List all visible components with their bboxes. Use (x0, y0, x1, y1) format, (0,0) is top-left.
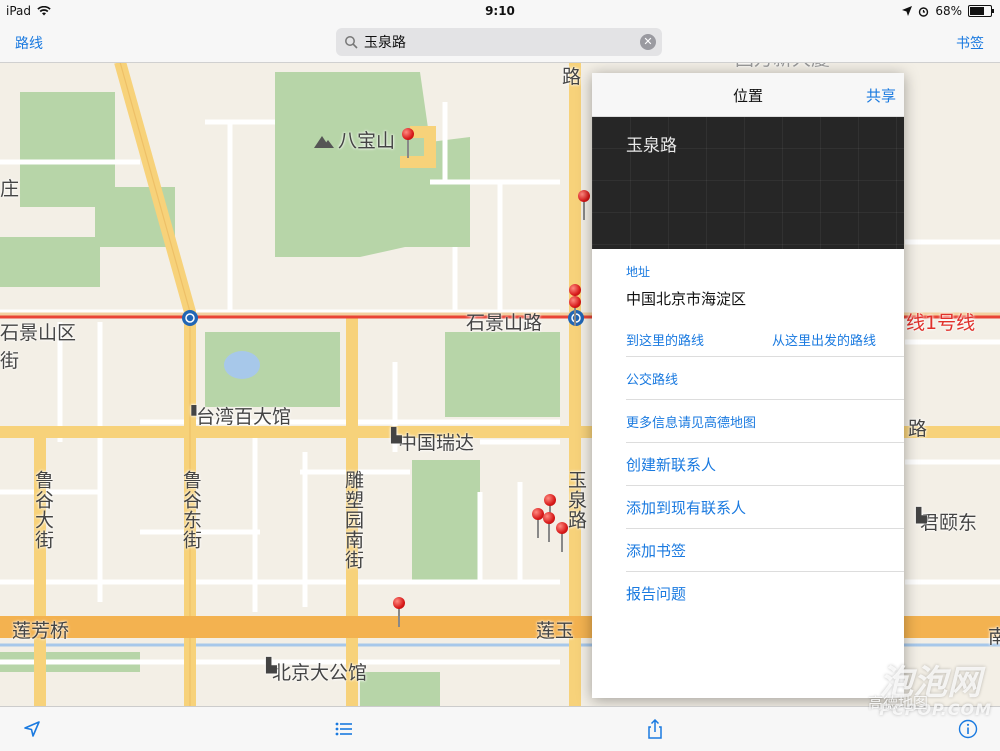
building-icon: ▙ (391, 428, 402, 444)
hotel-icon: ▙ (266, 658, 277, 674)
route-options: 到这里的路线 从这里出发的路线 (626, 309, 904, 357)
map-label-lu-top: 路 (562, 66, 582, 88)
map-pin[interactable] (556, 522, 568, 552)
map-pin[interactable] (578, 190, 590, 220)
shopping-bag-icon: ▮ (190, 402, 198, 418)
map-label-lugu-dongjie: 鲁谷东街 (180, 470, 202, 550)
map-label-top-building: 国万新大厦 (735, 62, 830, 71)
bottom-toolbar (0, 706, 1000, 751)
map-label-shijingshan-road: 石景山路 (466, 312, 543, 334)
battery-fill (970, 7, 984, 15)
bookmarks-button[interactable]: 书签 (956, 33, 984, 53)
more-info-amap-link[interactable]: 更多信息请见高德地图 (626, 400, 904, 443)
map-label-line1: 线1号线 (906, 312, 976, 334)
map-label-taiwan-baida: 台湾百大馆 (196, 406, 292, 428)
map-label-yuquan-road: 玉泉路 (565, 470, 587, 530)
share-icon[interactable] (645, 719, 665, 739)
map-label-zhongguo-ruida: 中国瑞达 (398, 432, 475, 454)
panel-header: 位置 共享 (592, 73, 904, 117)
map-label-beijing-dagongguan: 北京大公馆 (272, 662, 368, 684)
hotel-icon-right: ▙ (916, 508, 927, 524)
map-pin[interactable] (569, 296, 581, 326)
search-field[interactable]: 玉泉路 ✕ (336, 28, 662, 56)
panel-details: 地址 中国北京市海淀区 到这里的路线 从这里出发的路线 公交路线 更多信息请见高… (626, 249, 904, 614)
map-label-diaosuyuan-nanjie: 雕塑园南街 (342, 470, 364, 570)
report-problem-button[interactable]: 报告问题 (626, 572, 904, 614)
address-label: 地址 (626, 265, 651, 279)
search-icon (345, 36, 358, 49)
map-label-lu-right: 路 (908, 418, 928, 440)
battery-icon (968, 5, 994, 17)
nav-bar: 路线 玉泉路 ✕ 书签 (0, 22, 1000, 63)
info-icon[interactable] (958, 719, 978, 739)
share-button[interactable]: 共享 (866, 85, 896, 106)
map-label-lugu-dajie: 鲁谷大街 (32, 470, 54, 550)
alarm-clock-icon (919, 6, 929, 17)
status-bar: iPad 9:10 68% (0, 0, 1000, 22)
map-label-lianfang-bridge: 莲芳桥 (12, 620, 70, 642)
map-label-junyi: 君颐东 (920, 512, 978, 534)
map-label-babaoshan: 八宝山 (338, 130, 396, 152)
location-services-icon (902, 6, 913, 16)
directions-to-here-link[interactable]: 到这里的路线 (626, 330, 704, 356)
list-icon[interactable] (334, 719, 354, 739)
amap-logo: 高德地图 (868, 694, 929, 712)
add-to-existing-contact-button[interactable]: 添加到现有联系人 (626, 486, 904, 529)
location-info-panel: 位置 共享 玉泉路 地址 中国北京市海淀区 到这里的路线 从这里出发的路线 公交… (592, 73, 904, 698)
create-contact-button[interactable]: 创建新联系人 (626, 443, 904, 486)
clear-search-icon[interactable]: ✕ (640, 34, 656, 50)
directions-from-here-link[interactable]: 从这里出发的路线 (772, 330, 876, 356)
add-bookmark-button[interactable]: 添加书签 (626, 529, 904, 572)
map-pin[interactable] (393, 597, 405, 627)
map-pin[interactable] (402, 128, 414, 158)
location-name: 玉泉路 (626, 136, 677, 156)
map-label-nan: 南 (988, 626, 1000, 648)
map-pin[interactable] (543, 512, 555, 542)
search-input[interactable]: 玉泉路 (364, 32, 406, 52)
map-label-lianyu: 莲玉 (536, 620, 575, 642)
directions-button[interactable]: 路线 (15, 33, 43, 53)
map-label-zhuang: 庄 (0, 178, 20, 200)
location-arrow-icon[interactable] (22, 719, 42, 739)
battery-percent: 68% (935, 4, 962, 18)
address-value: 中国北京市海淀区 (626, 290, 747, 308)
map-label-shijingshan-district: 石景山区 (0, 322, 77, 344)
clock: 9:10 (485, 4, 515, 18)
map-label-jie-left: 街 (0, 350, 20, 372)
panel-title: 位置 (732, 87, 763, 105)
location-banner: 玉泉路 (592, 117, 904, 249)
transit-directions-link[interactable]: 公交路线 (626, 357, 904, 400)
